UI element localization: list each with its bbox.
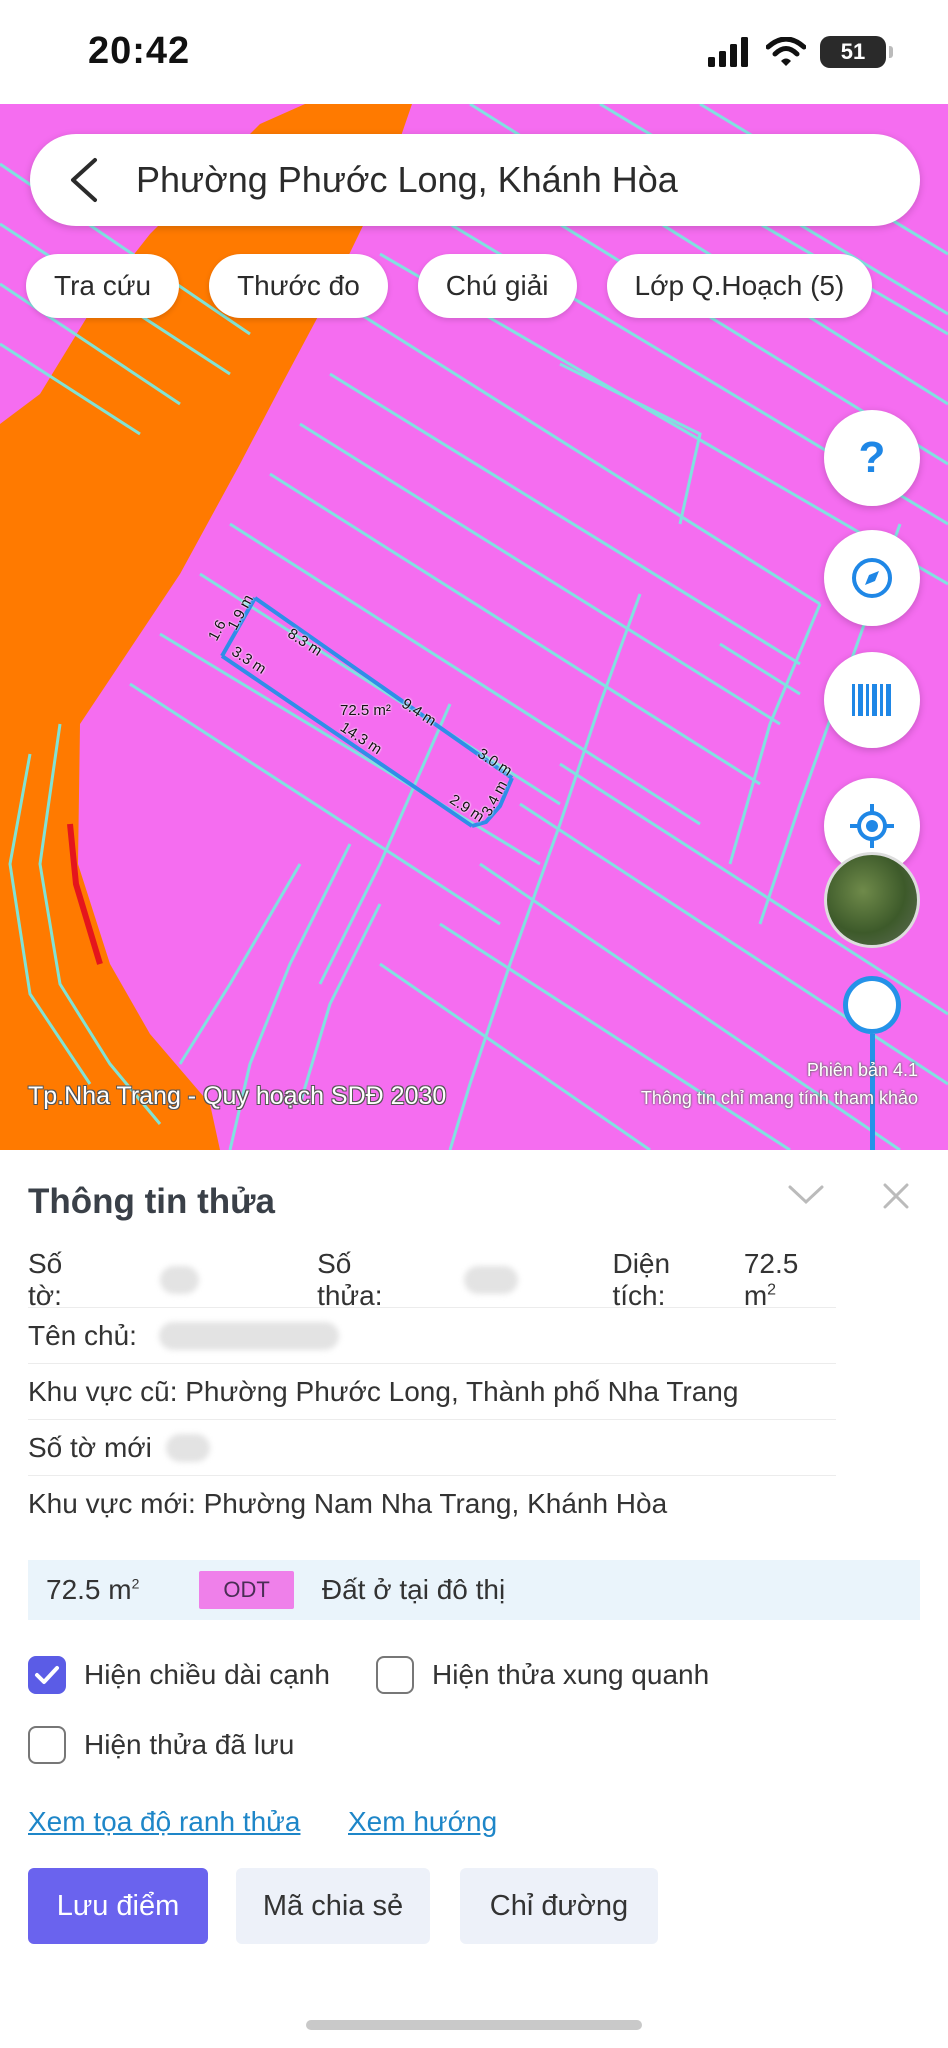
wifi-icon [766, 37, 806, 66]
dien-tich-value: 72.5 m2 [743, 1247, 799, 1311]
parcel-row-new-sheet: Số tờ mới [28, 1420, 836, 1476]
checkbox-show-saved[interactable]: Hiện thửa đã lưu [28, 1726, 294, 1764]
battery-level: 51 [840, 39, 866, 64]
khu-vuc-cu: Khu vực cũ: Phường Phước Long, Thành phố… [28, 1375, 739, 1407]
share-code-button[interactable]: Mã chia sẻ [236, 1868, 430, 1944]
help-icon: ? [858, 433, 886, 482]
compass-icon [852, 558, 892, 598]
chip-tra-cuu[interactable]: Tra cứu [26, 254, 180, 318]
parcel-row-new-area: Khu vực mới: Phường Nam Nha Trang, Khánh… [28, 1476, 836, 1532]
checkbox-unchecked[interactable] [28, 1726, 66, 1764]
barcode-button[interactable] [824, 652, 920, 748]
close-icon[interactable] [880, 1180, 912, 1217]
area-value: 72.5 m2 [46, 1574, 140, 1605]
view-direction-link[interactable]: Xem hướng [348, 1806, 497, 1838]
so-to-value-redacted [160, 1265, 200, 1294]
chip-chu-giai[interactable]: Chú giải [417, 254, 577, 318]
status-time: 20:42 [88, 30, 191, 72]
parcel-row-ids: Số tờ: Số thửa: Diện tích: 72.5 m2 [28, 1248, 836, 1311]
measurement-label: 72.5 m² [340, 702, 391, 719]
khu-vuc-moi: Khu vực mới: Phường Nam Nha Trang, Khánh… [28, 1488, 668, 1519]
view-boundary-coords-link[interactable]: Xem tọa độ ranh thửa [28, 1806, 300, 1838]
checkbox-show-edge-length[interactable]: Hiện chiều dài cạnh [28, 1656, 330, 1694]
filter-chips: Tra cứu Thước đo Chú giải Lớp Q.Hoạch (5… [26, 254, 873, 318]
ten-chu-label: Tên chủ: [28, 1319, 137, 1351]
locate-icon [850, 804, 894, 848]
checkbox-label: Hiện thửa đã lưu [84, 1729, 295, 1760]
owner-name-redacted [158, 1321, 339, 1350]
chevron-down-icon[interactable] [786, 1182, 826, 1213]
dien-tich-label: Diện tích: [612, 1247, 671, 1311]
version-label: Phiên bản 4.1 [806, 1060, 918, 1080]
version-info: Phiên bản 4.1 Thông tin chỉ mang tính th… [641, 1056, 918, 1112]
checkbox-checked[interactable] [28, 1656, 66, 1694]
home-indicator [306, 2020, 642, 2030]
so-thua-label: Số thửa: [317, 1247, 383, 1311]
checkbox-label: Hiện thửa xung quanh [432, 1659, 710, 1690]
map-view[interactable]: 1.6 1.9 m 3.3 m 8.3 m 72.5 m² 9.4 m 14.3… [0, 104, 948, 1150]
status-bar: 20:42 51 [0, 0, 948, 104]
checkbox-label: Hiện chiều dài cạnh [84, 1659, 330, 1690]
battery-icon: 51 [820, 36, 893, 68]
so-thua-value-redacted [463, 1265, 519, 1294]
opacity-slider-handle[interactable] [843, 976, 901, 1034]
search-bar[interactable]: Phường Phước Long, Khánh Hòa [30, 134, 920, 226]
land-code-badge: ODT [199, 1571, 294, 1609]
directions-button[interactable]: Chỉ đường [460, 1868, 658, 1944]
chip-thuoc-do[interactable]: Thước đo [209, 254, 388, 318]
status-icons: 51 [708, 36, 893, 68]
so-to-label: Số tờ: [28, 1247, 63, 1311]
search-text[interactable]: Phường Phước Long, Khánh Hòa [136, 159, 678, 201]
parcel-row-old-area: Khu vực cũ: Phường Phước Long, Thành phố… [28, 1364, 836, 1420]
satellite-layer-button[interactable] [824, 852, 920, 948]
land-type-label: Đất ở tại đô thị [321, 1574, 506, 1605]
signal-icon [708, 37, 748, 67]
so-to-moi-label: Số tờ mới [28, 1431, 152, 1463]
save-point-button[interactable]: Lưu điểm [28, 1868, 208, 1944]
chip-lop-quy-hoach[interactable]: Lớp Q.Hoạch (5) [606, 254, 873, 318]
parcel-info-sheet: Thông tin thửa Số tờ: Số thửa: Diện tích… [0, 1150, 948, 2048]
barcode-icon [852, 684, 891, 716]
so-to-moi-redacted [165, 1433, 210, 1462]
checkbox-show-surrounding[interactable]: Hiện thửa xung quanh [376, 1656, 709, 1694]
check-icon [35, 1666, 59, 1684]
help-button[interactable]: ? [824, 410, 920, 506]
compass-button[interactable] [824, 530, 920, 626]
checkbox-unchecked[interactable] [376, 1656, 414, 1694]
parcel-row-owner: Tên chủ: [28, 1308, 836, 1364]
sheet-title: Thông tin thửa [28, 1182, 275, 1221]
back-icon[interactable] [54, 150, 114, 210]
map-caption: Tp.Nha Trang - Quy hoạch SDĐ 2030 [28, 1082, 447, 1110]
land-use-bar: 72.5 m2 ODT Đất ở tại đô thị [28, 1560, 920, 1620]
disclaimer-label: Thông tin chỉ mang tính tham khảo [640, 1088, 918, 1108]
